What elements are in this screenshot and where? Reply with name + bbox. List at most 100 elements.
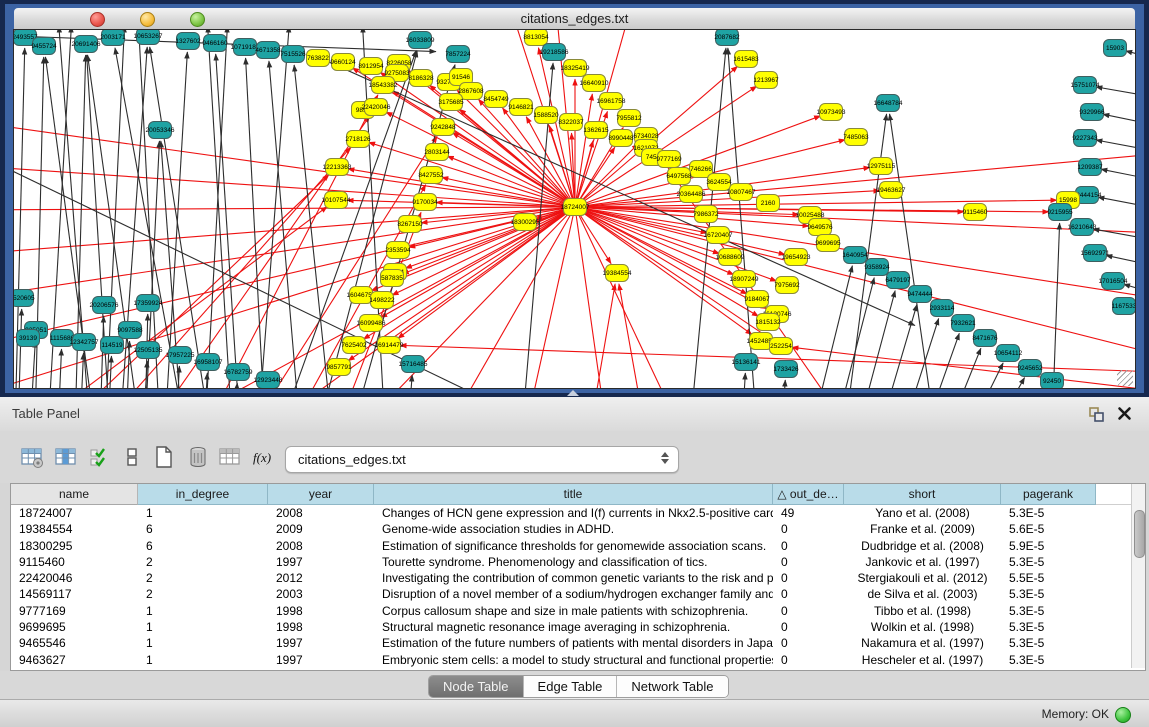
- graph-node[interactable]: 20364486: [677, 186, 706, 203]
- graph-node[interactable]: 8990448: [608, 130, 634, 147]
- table-cell-title[interactable]: Estimation of significance thresholds fo…: [374, 538, 773, 554]
- graph-node[interactable]: 16958107: [194, 354, 223, 371]
- table-cell-title[interactable]: Estimation of the future numbers of pati…: [374, 635, 773, 651]
- graph-edge[interactable]: [18, 309, 22, 388]
- table-cell-pagerank[interactable]: 5.3E-5: [1001, 619, 1096, 635]
- table-cell-out_de[interactable]: 0: [773, 570, 844, 586]
- table-cell-out_de[interactable]: 0: [773, 521, 844, 537]
- table-cell-year[interactable]: 1998: [268, 603, 374, 619]
- graph-node[interactable]: 9215955: [1047, 204, 1073, 221]
- column-header-in_degree[interactable]: in_degree: [138, 484, 268, 505]
- table-cell-title[interactable]: Embryonic stem cells: a model to study s…: [374, 652, 773, 668]
- graph-node[interactable]: 15903: [1104, 40, 1127, 57]
- column-header-short[interactable]: short: [844, 484, 1001, 505]
- table-cell-in_degree[interactable]: 2: [138, 586, 268, 602]
- graph-node[interactable]: 587835: [381, 270, 404, 287]
- graph-node[interactable]: 1362615: [583, 122, 609, 139]
- graph-node[interactable]: 9660124: [330, 54, 356, 71]
- graph-node[interactable]: 9097588: [117, 322, 143, 339]
- column-header-title[interactable]: title: [374, 484, 773, 505]
- table-cell-name[interactable]: 18724007: [11, 505, 138, 521]
- table-cell-name[interactable]: 19384554: [11, 521, 138, 537]
- column-header-out_de[interactable]: △ out_de…: [773, 484, 844, 505]
- table-cell-year[interactable]: 1998: [268, 619, 374, 635]
- graph-edge[interactable]: [575, 207, 685, 388]
- graph-node[interactable]: 9115460: [963, 204, 988, 221]
- graph-node[interactable]: 1615483: [733, 51, 759, 68]
- graph-node[interactable]: 17957225: [166, 347, 195, 364]
- graph-edge[interactable]: [742, 373, 745, 388]
- graph-edge[interactable]: [1126, 51, 1135, 60]
- graph-node[interactable]: 39139: [17, 330, 40, 347]
- graph-node[interactable]: 10807467: [727, 184, 756, 201]
- graph-edge[interactable]: [995, 378, 1025, 388]
- tab-edge-table[interactable]: Edge Table: [524, 676, 618, 697]
- table-row[interactable]: 946362711997Embryonic stem cells: a mode…: [11, 652, 1145, 668]
- vertical-scrollbar[interactable]: [1131, 484, 1145, 668]
- graph-node[interactable]: 15692971: [1081, 245, 1110, 262]
- graph-edge[interactable]: [234, 383, 237, 388]
- graph-node[interactable]: 10654112: [994, 345, 1023, 362]
- graph-node[interactable]: 16720407: [704, 227, 733, 244]
- graph-edge[interactable]: [143, 361, 147, 388]
- resize-grip-icon[interactable]: [1117, 370, 1133, 386]
- graph-edge[interactable]: [80, 353, 84, 388]
- tab-network-table[interactable]: Network Table: [617, 676, 727, 697]
- graph-node[interactable]: 6497568: [666, 168, 692, 185]
- graph-edge[interactable]: [246, 58, 265, 388]
- table-row[interactable]: 1938455462009Genome-wide association stu…: [11, 521, 1145, 537]
- graph-edge[interactable]: [812, 266, 852, 388]
- graph-edge[interactable]: [1096, 87, 1135, 98]
- graph-node[interactable]: 18325419: [561, 60, 590, 77]
- table-cell-name[interactable]: 18300295: [11, 538, 138, 554]
- graph-edge[interactable]: [890, 114, 935, 388]
- table-cell-in_degree[interactable]: 1: [138, 505, 268, 521]
- table-cell-in_degree[interactable]: 1: [138, 619, 268, 635]
- graph-node[interactable]: 8267150: [397, 216, 423, 233]
- graph-node[interactable]: 12342757: [70, 334, 99, 351]
- table-cell-name[interactable]: 14569117: [11, 586, 138, 602]
- graph-node[interactable]: 15136141: [732, 354, 761, 371]
- graph-edge[interactable]: [782, 380, 785, 388]
- graph-node[interactable]: 1209387: [1077, 159, 1103, 176]
- table-cell-in_degree[interactable]: 6: [138, 521, 268, 537]
- table-cell-short[interactable]: Nakamura et al. (1997): [844, 635, 1001, 651]
- graph-node[interactable]: 7857224: [445, 46, 471, 63]
- graph-node[interactable]: 19218586: [540, 44, 569, 61]
- graph-edge[interactable]: [925, 333, 959, 388]
- column-header-year[interactable]: year: [268, 484, 374, 505]
- table-cell-pagerank[interactable]: 5.6E-5: [1001, 521, 1096, 537]
- table-cell-title[interactable]: Changes of HCN gene expression and I(f) …: [374, 505, 773, 521]
- table-cell-name[interactable]: 22420046: [11, 570, 138, 586]
- graph-edge[interactable]: [1052, 223, 1060, 388]
- table-cell-year[interactable]: 2008: [268, 505, 374, 521]
- column-header-name[interactable]: name: [11, 484, 138, 505]
- graph-node[interactable]: 9777169: [656, 151, 682, 168]
- graph-node[interactable]: 8322037: [558, 114, 584, 131]
- graph-edge[interactable]: [590, 284, 615, 388]
- table-select-combobox[interactable]: citations_edges.txt: [285, 446, 679, 473]
- graph-edge[interactable]: [619, 284, 645, 388]
- table-row[interactable]: 1830029562008Estimation of significance …: [11, 538, 1145, 554]
- network-canvas-svg[interactable]: 2493557945572420691406200317110653267132…: [14, 30, 1135, 388]
- graph-node[interactable]: 2353594: [385, 242, 411, 259]
- graph-node[interactable]: 2933114: [930, 300, 955, 317]
- graph-edge[interactable]: [452, 133, 575, 207]
- graph-edge[interactable]: [14, 166, 575, 207]
- table-row[interactable]: 911546021997Tourette syndrome. Phenomeno…: [11, 554, 1145, 570]
- table-row[interactable]: 1456911722003Disruption of a novel membe…: [11, 586, 1145, 602]
- graph-node[interactable]: 16914479: [375, 337, 404, 354]
- graph-edge[interactable]: [835, 278, 874, 388]
- graph-node[interactable]: 18724007: [561, 199, 590, 216]
- table-cell-short[interactable]: Stergiakouli et al. (2012): [844, 570, 1001, 586]
- graph-node[interactable]: 8471676: [972, 330, 998, 347]
- graph-node[interactable]: 7515526: [280, 46, 306, 63]
- table-cell-short[interactable]: de Silva et al. (2003): [844, 586, 1001, 602]
- table-cell-short[interactable]: Franke et al. (2009): [844, 521, 1001, 537]
- table-row[interactable]: 969969511998Structural magnetic resonanc…: [11, 619, 1145, 635]
- table-cell-pagerank[interactable]: 5.3E-5: [1001, 652, 1096, 668]
- table-cell-short[interactable]: Jankovic et al. (1997): [844, 554, 1001, 570]
- table-cell-year[interactable]: 2009: [268, 521, 374, 537]
- graph-node[interactable]: 20206576: [90, 297, 119, 314]
- graph-node[interactable]: 9455724: [31, 38, 57, 55]
